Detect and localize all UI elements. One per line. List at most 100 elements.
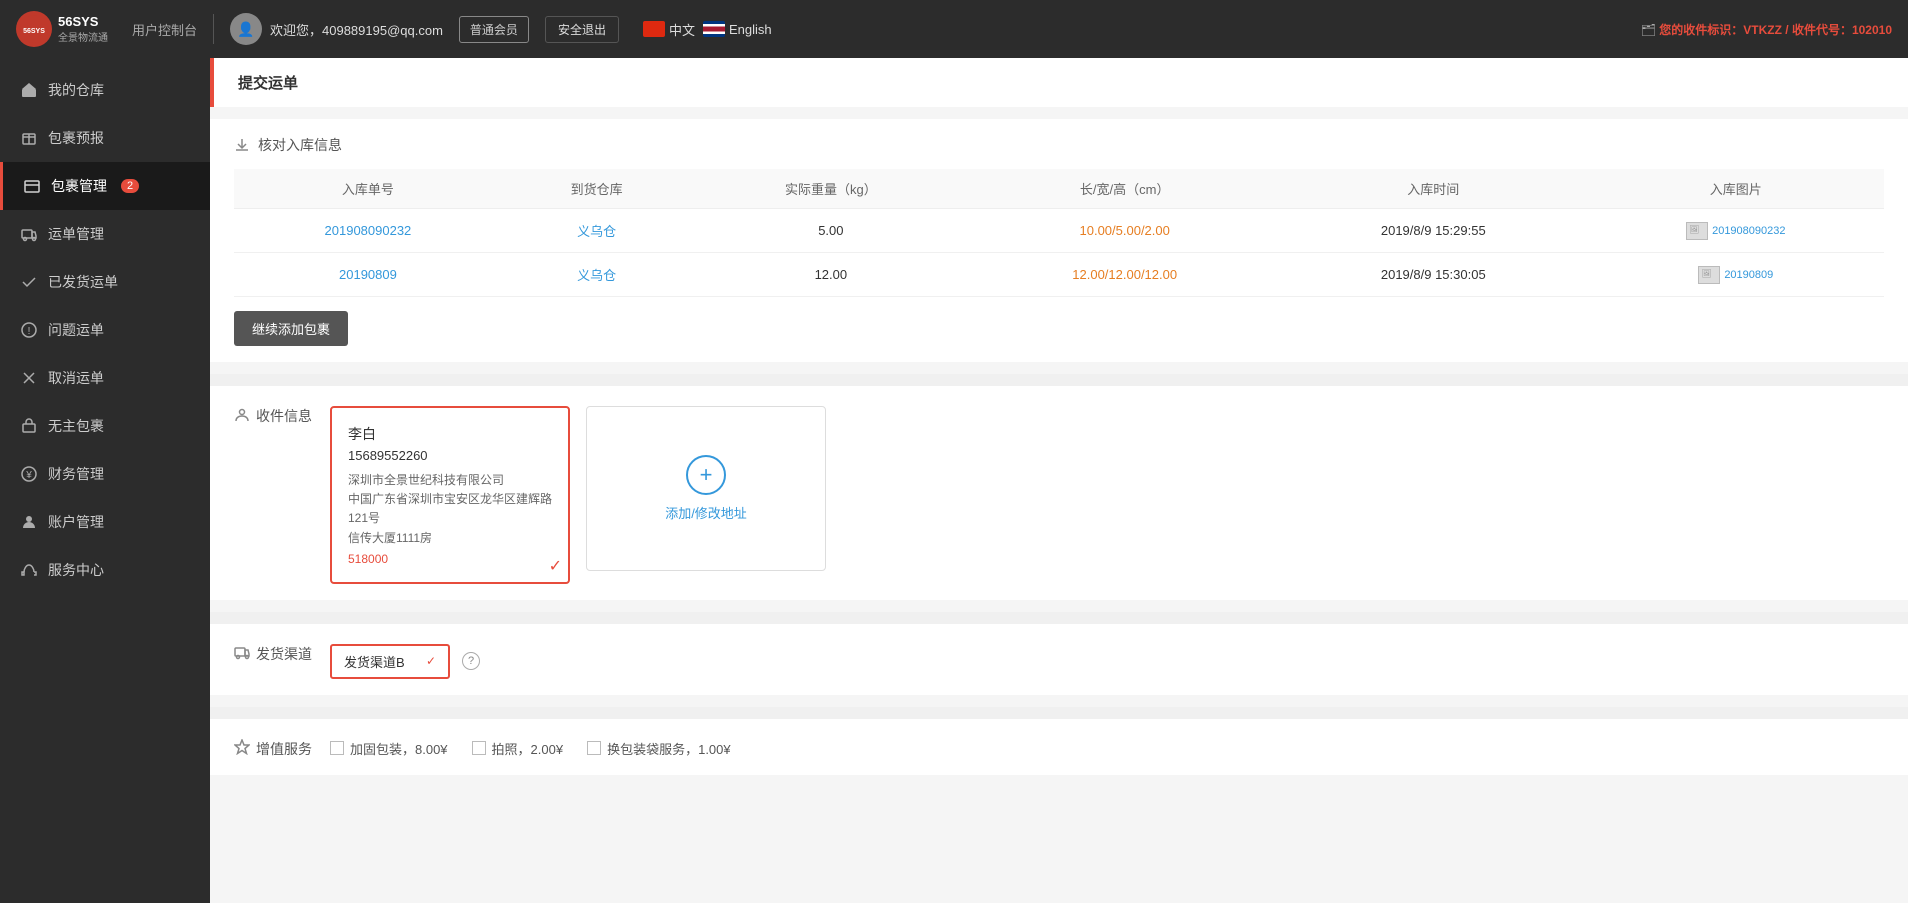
- logo-label: 56SYS 全景物流通: [58, 14, 108, 44]
- logout-button[interactable]: 安全退出: [545, 16, 619, 43]
- image-thumb: 🖼20190809: [1604, 266, 1868, 284]
- sidebar-item-cancel[interactable]: 取消运单: [0, 354, 210, 402]
- recipient-title-text: 收件信息: [256, 406, 312, 426]
- cell-dimensions: 10.00/5.00/2.00: [970, 209, 1279, 253]
- finance-icon: ¥: [20, 465, 38, 483]
- channel-label: 发货渠道: [234, 640, 314, 664]
- section-divider-2: [210, 612, 1908, 624]
- channel-selected-label: 发货渠道B: [344, 652, 405, 671]
- recipient-name: 李白: [348, 424, 552, 444]
- add-address-button[interactable]: + 添加/修改地址: [586, 406, 826, 571]
- channel-section: 发货渠道B ✓ ?: [330, 644, 1884, 679]
- sidebar-item-account[interactable]: 账户管理: [0, 498, 210, 546]
- image-thumb: 🖼201908090232: [1604, 222, 1868, 240]
- page-title: 提交运单: [210, 58, 1908, 107]
- vas-item-label: 换包装袋服务，1.00¥: [607, 739, 731, 758]
- sidebar-item-service[interactable]: 服务中心: [0, 546, 210, 594]
- vas-item-label: 拍照，2.00¥: [492, 739, 564, 758]
- truck-icon: [234, 644, 250, 663]
- packages-badge: 2: [121, 179, 139, 193]
- cell-weight: 12.00: [691, 253, 970, 297]
- section-divider-3: [210, 707, 1908, 719]
- channel-title-text: 发货渠道: [256, 644, 312, 664]
- check-mark-icon: ✓: [549, 556, 562, 576]
- warehouse-icon: [20, 81, 38, 99]
- svg-text:!: !: [28, 326, 31, 337]
- unclaimed-icon: [20, 417, 38, 435]
- address-card[interactable]: 李白 15689552260 深圳市全景世纪科技有限公司 中国广东省深圳市宝安区…: [330, 406, 570, 584]
- vas-item: 换包装袋服务，1.00¥: [587, 739, 731, 758]
- flag-th-icon: [703, 21, 725, 37]
- svg-text:56SYS: 56SYS: [23, 28, 45, 35]
- cell-order-no: 20190809: [234, 253, 502, 297]
- col-image: 入库图片: [1588, 169, 1884, 209]
- vas-checkbox[interactable]: [587, 741, 601, 755]
- sidebar-item-packages-label: 包裹管理: [51, 176, 107, 196]
- recipient-label: 收件信息: [234, 402, 314, 426]
- sidebar-item-issues-label: 问题运单: [48, 320, 104, 340]
- recipient-company: 深圳市全景世纪科技有限公司: [348, 471, 552, 490]
- continue-add-btn[interactable]: 继续添加包裹: [234, 311, 348, 346]
- avatar: 👤: [230, 13, 262, 45]
- sidebar-item-shipped[interactable]: 已发货运单: [0, 258, 210, 306]
- vas-item: 加固包装，8.00¥: [330, 739, 448, 758]
- sidebar-item-warehouse[interactable]: 我的仓库: [0, 66, 210, 114]
- sidebar-item-forecast[interactable]: 包裹预报: [0, 114, 210, 162]
- help-icon[interactable]: ?: [462, 652, 480, 670]
- vas-item: 拍照，2.00¥: [472, 739, 564, 758]
- vas-title-text: 增值服务: [256, 739, 312, 759]
- vas-checkbox[interactable]: [472, 741, 486, 755]
- receipt-info: 🗂 您的收件标识：VTKZZ / 收件代号：102010: [1641, 21, 1892, 38]
- recipient-content: 李白 15689552260 深圳市全景世纪科技有限公司 中国广东省深圳市宝安区…: [330, 402, 1884, 584]
- lang-en-label: English: [729, 22, 772, 37]
- sidebar-item-unclaimed[interactable]: 无主包裹: [0, 402, 210, 450]
- sidebar-item-issues[interactable]: ! 问题运单: [0, 306, 210, 354]
- cell-warehouse: 义乌仓: [502, 253, 691, 297]
- channel-check-icon: ✓: [426, 654, 436, 668]
- box-icon: [20, 129, 38, 147]
- add-address-label: 添加/修改地址: [665, 503, 747, 522]
- recipient-section: 收件信息 李白 15689552260 深圳市全景世纪科技有限公司 中国广东省深…: [210, 386, 1908, 600]
- sidebar-item-cancel-label: 取消运单: [48, 368, 104, 388]
- issue-icon: !: [20, 321, 38, 339]
- cell-dimensions: 12.00/12.00/12.00: [970, 253, 1279, 297]
- sidebar-item-finance[interactable]: ¥ 财务管理: [0, 450, 210, 498]
- cell-order-no: 201908090232: [234, 209, 502, 253]
- sidebar-item-finance-label: 财务管理: [48, 464, 104, 484]
- recipient-phone: 15689552260: [348, 448, 552, 463]
- table-row: 201908090232义乌仓5.0010.00/5.00/2.002019/8…: [234, 209, 1884, 253]
- sidebar-item-account-label: 账户管理: [48, 512, 104, 532]
- vas-item-label: 加固包装，8.00¥: [350, 739, 448, 758]
- svg-text:¥: ¥: [25, 470, 32, 481]
- cell-image[interactable]: 🖼201908090232: [1588, 209, 1884, 253]
- warehouse-info-section: 核对入库信息 入库单号 到货仓库 实际重量（kg） 长/宽/高（cm） 入库时间…: [210, 119, 1908, 362]
- channel-select-button[interactable]: 发货渠道B ✓: [330, 644, 450, 679]
- cell-weight: 5.00: [691, 209, 970, 253]
- table-header-row: 入库单号 到货仓库 实际重量（kg） 长/宽/高（cm） 入库时间 入库图片: [234, 169, 1884, 209]
- cell-image[interactable]: 🖼20190809: [1588, 253, 1884, 297]
- vas-content: 加固包装，8.00¥ 拍照，2.00¥ 换包装袋服务，1.00¥: [330, 735, 1884, 758]
- logo-icon: 56SYS: [16, 11, 52, 47]
- lang-cn-button[interactable]: 中文: [643, 20, 695, 39]
- vas-options: 加固包装，8.00¥ 拍照，2.00¥ 换包装袋服务，1.00¥: [330, 739, 1884, 758]
- warehouse-section-title: 核对入库信息: [234, 135, 1884, 155]
- lang-en-button[interactable]: English: [703, 21, 772, 37]
- recipient-zip: 518000: [348, 552, 552, 566]
- shipping-channel-section: 发货渠道 发货渠道B ✓ ?: [210, 624, 1908, 695]
- membership-badge: 普通会员: [459, 16, 529, 43]
- sidebar-item-packages[interactable]: 包裹管理 2: [0, 162, 210, 210]
- service-icon: [20, 561, 38, 579]
- star-icon: [234, 739, 250, 758]
- flag-cn-icon: [643, 21, 665, 37]
- sidebar-item-unclaimed-label: 无主包裹: [48, 416, 104, 436]
- table-row: 20190809义乌仓12.0012.00/12.00/12.002019/8/…: [234, 253, 1884, 297]
- channel-content: 发货渠道B ✓ ?: [330, 640, 1884, 679]
- package-icon: [23, 177, 41, 195]
- warehouse-title-text: 核对入库信息: [258, 135, 342, 155]
- language-group: 中文 English: [643, 20, 772, 39]
- welcome-text: 欢迎您，409889195@qq.com: [270, 20, 443, 39]
- vas-checkbox[interactable]: [330, 741, 344, 755]
- sidebar-item-shipped-label: 已发货运单: [48, 272, 118, 292]
- sidebar-item-shipping[interactable]: 运单管理: [0, 210, 210, 258]
- sidebar-item-warehouse-label: 我的仓库: [48, 80, 104, 100]
